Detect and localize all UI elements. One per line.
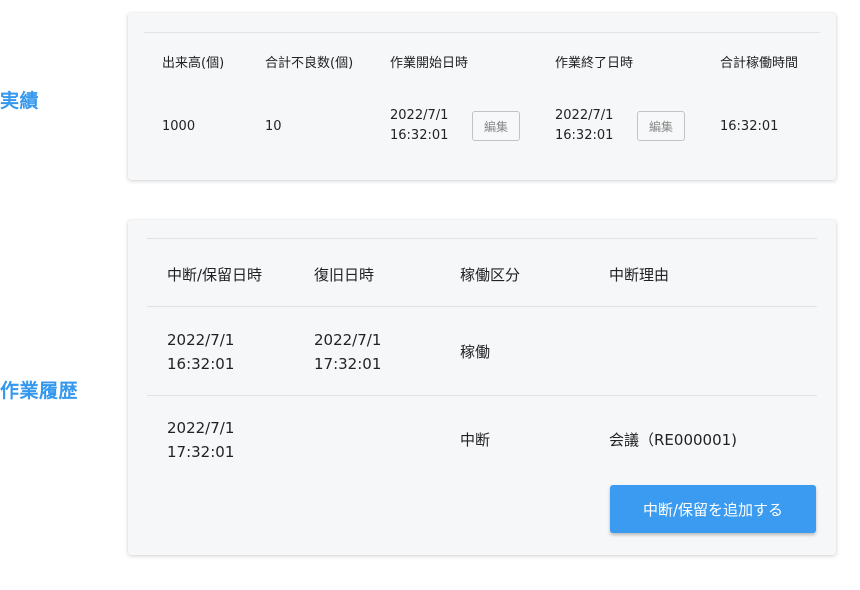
results-section-label: 実績 (0, 90, 40, 112)
quantity-value: 1000 (162, 119, 196, 134)
header-quantity: 出来高(個) (162, 56, 225, 71)
header-operation-type: 稼働区分 (460, 266, 521, 284)
resumed-time: 17:32:01 (314, 355, 382, 373)
end-time-value: 16:32:01 (555, 128, 614, 143)
history-section-label: 作業履歴 (0, 380, 79, 402)
total-time-value: 16:32:01 (720, 119, 779, 134)
operation-type: 稼働 (460, 343, 491, 361)
paused-date: 2022/7/1 (167, 331, 235, 349)
header-resumed-datetime: 復旧日時 (314, 266, 375, 284)
defects-value: 10 (265, 119, 282, 134)
divider (147, 238, 817, 239)
header-total-time: 合計稼働時間 (720, 56, 799, 71)
page: 実績 作業履歴 出来高(個) 合計不良数(個) 作業開始日時 作業終了日時 合計… (0, 0, 860, 590)
start-time-value: 16:32:01 (390, 128, 449, 143)
results-card: 出来高(個) 合計不良数(個) 作業開始日時 作業終了日時 合計稼働時間 100… (128, 13, 836, 180)
divider (147, 306, 817, 307)
operation-type: 中断 (460, 431, 491, 449)
paused-date: 2022/7/1 (167, 419, 235, 437)
divider (147, 395, 817, 396)
edit-start-button[interactable]: 編集 (472, 111, 520, 141)
paused-time: 17:32:01 (167, 443, 235, 461)
header-end-datetime: 作業終了日時 (555, 56, 634, 71)
divider (144, 32, 820, 33)
history-card: 中断/保留日時 復旧日時 稼働区分 中断理由 2022/7/1 16:32:01… (128, 220, 836, 555)
header-pause-reason: 中断理由 (609, 266, 670, 284)
add-pause-button[interactable]: 中断/保留を追加する (610, 485, 816, 533)
edit-end-button[interactable]: 編集 (637, 111, 685, 141)
resumed-date: 2022/7/1 (314, 331, 382, 349)
start-date-value: 2022/7/1 (390, 108, 449, 123)
paused-time: 16:32:01 (167, 355, 235, 373)
header-paused-datetime: 中断/保留日時 (167, 266, 263, 284)
header-defects: 合計不良数(個) (265, 56, 354, 71)
pause-reason: 会議（RE000001) (609, 431, 738, 449)
header-start-datetime: 作業開始日時 (390, 56, 469, 71)
end-date-value: 2022/7/1 (555, 108, 614, 123)
